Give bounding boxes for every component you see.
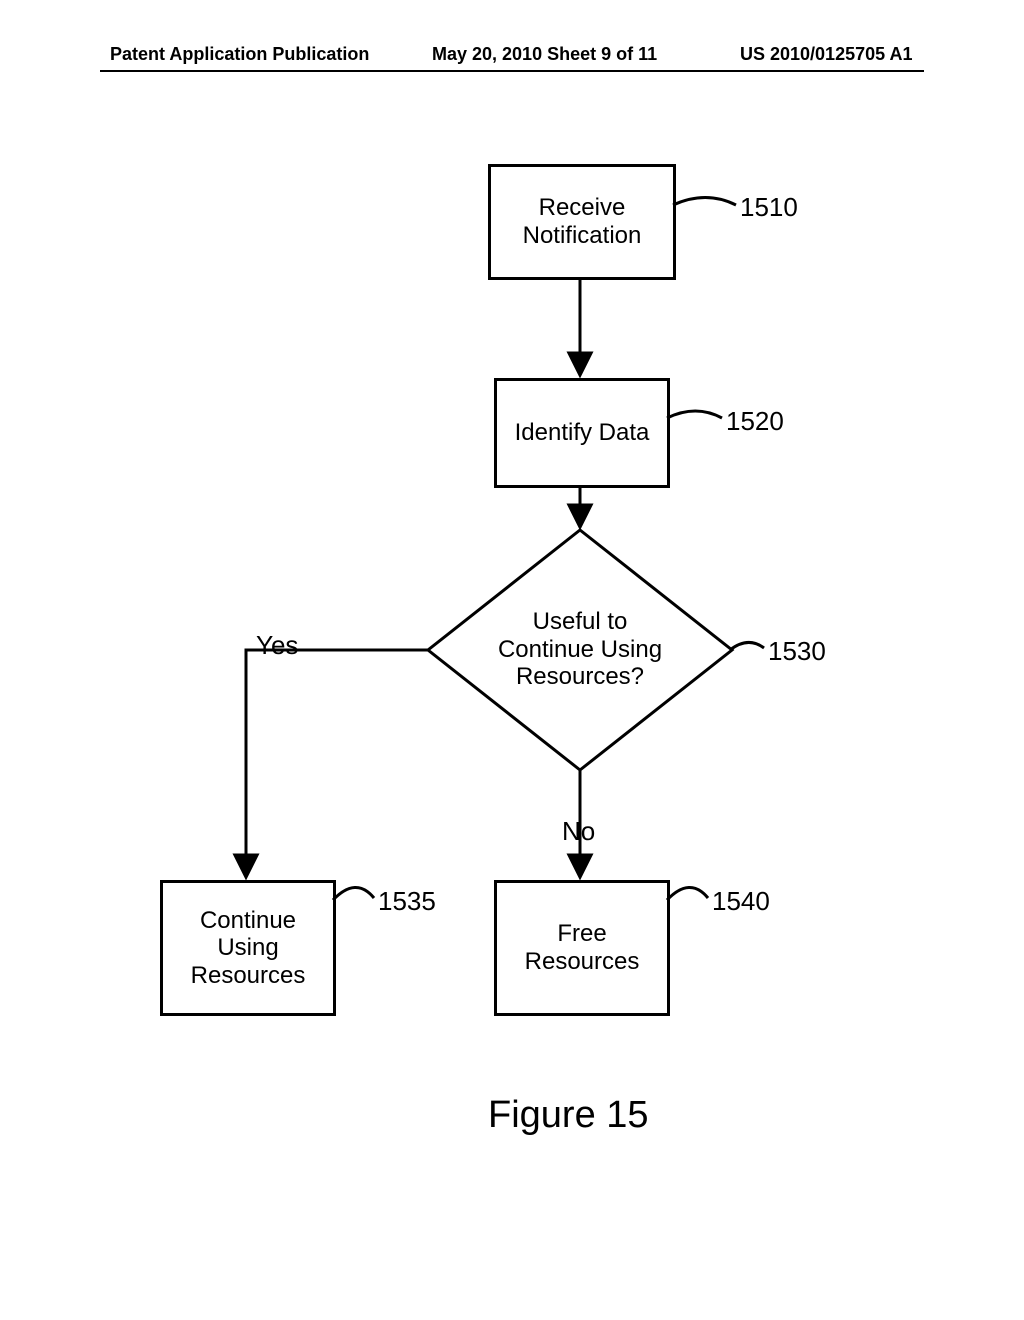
ref-1510: 1510 xyxy=(740,192,798,223)
patent-figure-page: Patent Application Publication May 20, 2… xyxy=(0,0,1024,1320)
ref-1535: 1535 xyxy=(378,886,436,917)
figure-caption: Figure 15 xyxy=(488,1094,649,1137)
node-identify-label: Identify Data xyxy=(515,419,650,447)
edge-no-label: No xyxy=(562,816,595,847)
ref-1520: 1520 xyxy=(726,406,784,437)
node-continue-label: Continue Using Resources xyxy=(191,907,306,990)
edge-yes-label: Yes xyxy=(256,630,298,661)
node-receive-notification: Receive Notification xyxy=(488,164,676,280)
header-publication: Patent Application Publication xyxy=(110,44,369,65)
header-date-sheet: May 20, 2010 Sheet 9 of 11 xyxy=(432,44,657,65)
header-rule xyxy=(100,70,924,72)
node-receive-label: Receive Notification xyxy=(523,194,642,249)
ref-1530: 1530 xyxy=(768,636,826,667)
node-decision: Useful to Continue Using Resources? xyxy=(470,608,690,691)
ref-1540: 1540 xyxy=(712,886,770,917)
node-decision-label: Useful to Continue Using Resources? xyxy=(498,608,662,690)
header-pubnum: US 2010/0125705 A1 xyxy=(740,44,912,65)
node-identify-data: Identify Data xyxy=(494,378,670,488)
node-free-label: Free Resources xyxy=(525,920,640,975)
node-free-resources: Free Resources xyxy=(494,880,670,1016)
node-continue-using: Continue Using Resources xyxy=(160,880,336,1016)
